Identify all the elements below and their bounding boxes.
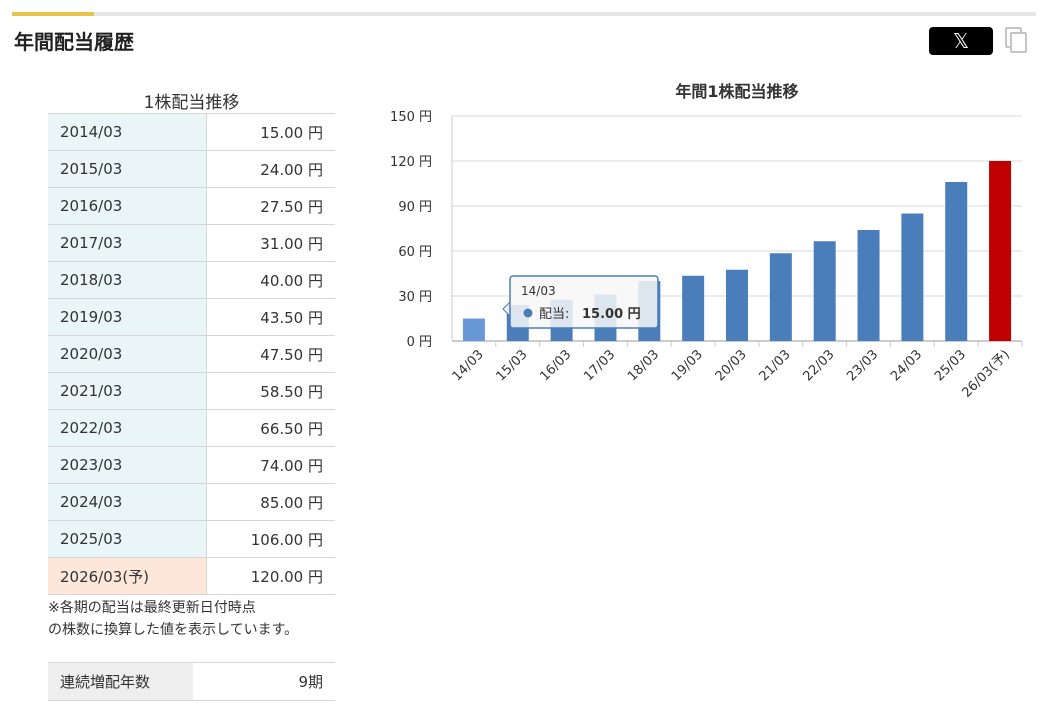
dividend-period-cell: 2023/03 <box>48 446 207 484</box>
dividend-period-cell: 2019/03 <box>48 298 207 336</box>
dividend-table-row: 2019/03 43.50 円 <box>48 298 335 336</box>
chart-bar <box>989 161 1012 341</box>
chart-x-tick-label: 19/03 <box>669 347 706 384</box>
dividend-amount-cell: 120.00 円 <box>206 557 335 595</box>
streak-row: 連続増配年数 9期 <box>48 662 335 701</box>
chart-x-tick-label: 22/03 <box>800 347 837 384</box>
chart-x-tick-label: 17/03 <box>581 347 618 384</box>
dividend-period-cell: 2014/03 <box>48 113 207 151</box>
dividend-period-cell: 2020/03 <box>48 335 207 373</box>
chart-x-tick-label: 16/03 <box>537 347 574 384</box>
dividend-period-cell: 2025/03 <box>48 520 207 558</box>
chart-x-tick-label: 26/03(予) <box>959 347 1012 400</box>
chart-tooltip-pointer <box>502 300 511 318</box>
dividend-table-row: 2016/03 27.50 円 <box>48 187 335 225</box>
dividend-period-cell: 2026/03(予) <box>48 557 207 595</box>
streak-table: 連続増配年数 9期 <box>48 662 335 701</box>
chart-x-tick-label: 24/03 <box>888 347 925 384</box>
dividend-table-row: 2020/03 47.50 円 <box>48 335 335 373</box>
chart-y-tick-label: 150 円 <box>390 110 432 125</box>
dividend-amount-cell: 58.50 円 <box>206 372 335 410</box>
dividend-table-row: 2017/03 31.00 円 <box>48 224 335 262</box>
dividend-period-cell: 2017/03 <box>48 224 207 262</box>
dividend-table: 2014/03 15.00 円 2015/03 24.00 円 2016/03 27.50… <box>48 113 335 595</box>
section-top-bar <box>12 12 1036 16</box>
dividend-period-cell: 2016/03 <box>48 187 207 225</box>
chart-tooltip-category: 14/03 <box>521 284 556 298</box>
dividend-period-cell: 2015/03 <box>48 150 207 188</box>
dividend-amount-cell: 43.50 円 <box>206 298 335 336</box>
dividend-amount-cell: 85.00 円 <box>206 483 335 521</box>
dividend-note-line-2: の株数に換算した値を表示しています。 <box>48 622 299 638</box>
chart-x-tick-label: 18/03 <box>625 347 662 384</box>
copy-button[interactable] <box>1004 26 1028 54</box>
chart-bar <box>901 213 924 341</box>
dividend-chart: 年間1株配当推移0 円30 円60 円90 円120 円150 円14/03 15… <box>390 82 1023 401</box>
dividend-note: ※各期の配当は最終更新日付時点 の株数に換算した値を表示しています。 <box>48 597 348 641</box>
dividend-table-row: 2015/03 24.00 円 <box>48 150 335 188</box>
section-title: 年間配当履歴 <box>14 30 134 54</box>
dividend-amount-cell: 15.00 円 <box>206 113 335 151</box>
chart-y-tick-label: 90 円 <box>398 200 432 215</box>
dividend-table-row: 2026/03(予) 120.00 円 <box>48 557 335 595</box>
share-x-button[interactable]: 𝕏 <box>929 27 993 55</box>
chart-y-tick-label: 0 円 <box>407 335 432 350</box>
dividend-table-row: 2022/03 66.50 円 <box>48 409 335 447</box>
dividend-table-row: 2023/03 74.00 円 <box>48 446 335 484</box>
chart-bar <box>813 241 836 341</box>
chart-bar <box>462 318 485 341</box>
streak-value: 9期 <box>193 662 335 701</box>
dividend-amount-cell: 47.50 円 <box>206 335 335 373</box>
dividend-amount-cell: 31.00 円 <box>206 224 335 262</box>
dividend-period-cell: 2018/03 <box>48 261 207 299</box>
copy-icon <box>1005 27 1027 53</box>
chart-x-tick-label: 23/03 <box>844 347 881 384</box>
dividend-table-row: 2021/03 58.50 円 <box>48 372 335 410</box>
chart-bar <box>769 253 792 341</box>
chart-bar <box>857 230 880 341</box>
chart-tooltip-label: 配当: <box>539 307 569 322</box>
dividend-amount-cell: 106.00 円 <box>206 520 335 558</box>
chart-title: 年間1株配当推移 <box>675 82 798 101</box>
chart-bar <box>682 275 705 341</box>
dividend-period-cell: 2024/03 <box>48 483 207 521</box>
dividend-table-row: 2014/03 15.00 円 <box>48 113 335 151</box>
dividend-table-caption: 1株配当推移 <box>143 93 240 113</box>
dividend-amount-cell: 66.50 円 <box>206 409 335 447</box>
chart-x-tick-label: 15/03 <box>493 347 530 384</box>
chart-tooltip-marker <box>523 308 533 318</box>
dividend-note-line-1: ※各期の配当は最終更新日付時点 <box>48 600 256 616</box>
dividend-amount-cell: 40.00 円 <box>206 261 335 299</box>
dividend-period-cell: 2022/03 <box>48 409 207 447</box>
chart-tooltip-value: 15.00 円 <box>582 307 641 322</box>
dividend-table-row: 2025/03 106.00 円 <box>48 520 335 558</box>
chart-y-tick-label: 30 円 <box>398 290 432 305</box>
chart-x-tick-label: 14/03 <box>450 347 487 384</box>
dividend-table-row: 2024/03 85.00 円 <box>48 483 335 521</box>
chart-x-tick-label: 20/03 <box>713 347 750 384</box>
x-logo-icon: 𝕏 <box>952 29 970 53</box>
streak-label: 連続増配年数 <box>48 662 193 701</box>
section-top-bar-accent <box>12 12 94 16</box>
chart-bar <box>945 182 968 341</box>
chart-y-tick-label: 60 円 <box>398 245 432 260</box>
dividend-period-cell: 2021/03 <box>48 372 207 410</box>
dividend-amount-cell: 27.50 円 <box>206 187 335 225</box>
dividend-amount-cell: 74.00 円 <box>206 446 335 484</box>
chart-x-tick-label: 21/03 <box>757 347 794 384</box>
dividend-table-row: 2018/03 40.00 円 <box>48 261 335 299</box>
chart-bar <box>726 269 748 341</box>
chart-x-tick-label: 25/03 <box>932 347 969 384</box>
chart-y-tick-label: 120 円 <box>390 155 432 170</box>
dividend-amount-cell: 24.00 円 <box>206 150 335 188</box>
